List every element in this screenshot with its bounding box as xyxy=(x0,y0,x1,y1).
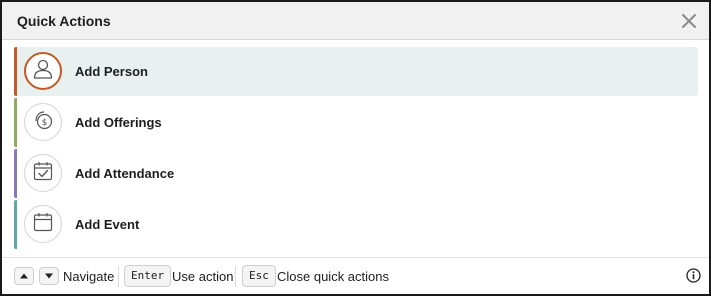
action-add-attendance[interactable]: Add Attendance xyxy=(14,149,698,198)
icon-circle xyxy=(24,52,62,90)
accent-bar xyxy=(14,149,17,198)
action-add-offerings[interactable]: $ Add Offerings xyxy=(14,98,698,147)
footer-divider xyxy=(235,266,236,287)
icon-circle xyxy=(24,205,62,243)
arrow-up-key[interactable] xyxy=(14,267,34,285)
enter-key: Enter xyxy=(124,265,172,287)
icon-circle xyxy=(24,154,62,192)
action-add-event[interactable]: Add Event xyxy=(14,200,698,249)
offering-icon: $ xyxy=(32,109,54,136)
action-label: Add Person xyxy=(75,64,148,79)
dialog-header: Quick Actions xyxy=(2,2,709,40)
close-quick-actions-label: Close quick actions xyxy=(277,269,389,284)
arrow-down-key[interactable] xyxy=(39,267,59,285)
action-label: Add Event xyxy=(75,217,140,232)
footer-divider xyxy=(118,266,119,287)
calendar-check-icon xyxy=(32,160,54,187)
use-action-label: Use action xyxy=(172,269,234,284)
calendar-icon xyxy=(32,211,54,238)
person-icon xyxy=(32,58,54,85)
icon-circle: $ xyxy=(24,103,62,141)
dialog-footer: Navigate Enter Use action Esc Close quic… xyxy=(2,257,709,294)
info-icon[interactable] xyxy=(686,268,701,283)
navigate-label: Navigate xyxy=(63,269,115,284)
accent-bar xyxy=(14,98,17,147)
quick-actions-list: Add Person $ Add Offerings Add Attendanc… xyxy=(14,47,698,251)
action-label: Add Offerings xyxy=(75,115,162,130)
action-label: Add Attendance xyxy=(75,166,175,181)
svg-text:$: $ xyxy=(42,118,48,128)
accent-bar xyxy=(14,200,17,249)
action-add-person[interactable]: Add Person xyxy=(14,47,698,96)
accent-bar xyxy=(14,47,17,96)
arrow-down-icon xyxy=(45,273,53,279)
quick-actions-dialog: Quick Actions Add Person $ Add Offerings… xyxy=(0,0,711,296)
arrow-up-icon xyxy=(20,273,28,279)
esc-key: Esc xyxy=(242,265,276,287)
close-icon[interactable] xyxy=(679,11,699,31)
dialog-title: Quick Actions xyxy=(17,13,111,29)
